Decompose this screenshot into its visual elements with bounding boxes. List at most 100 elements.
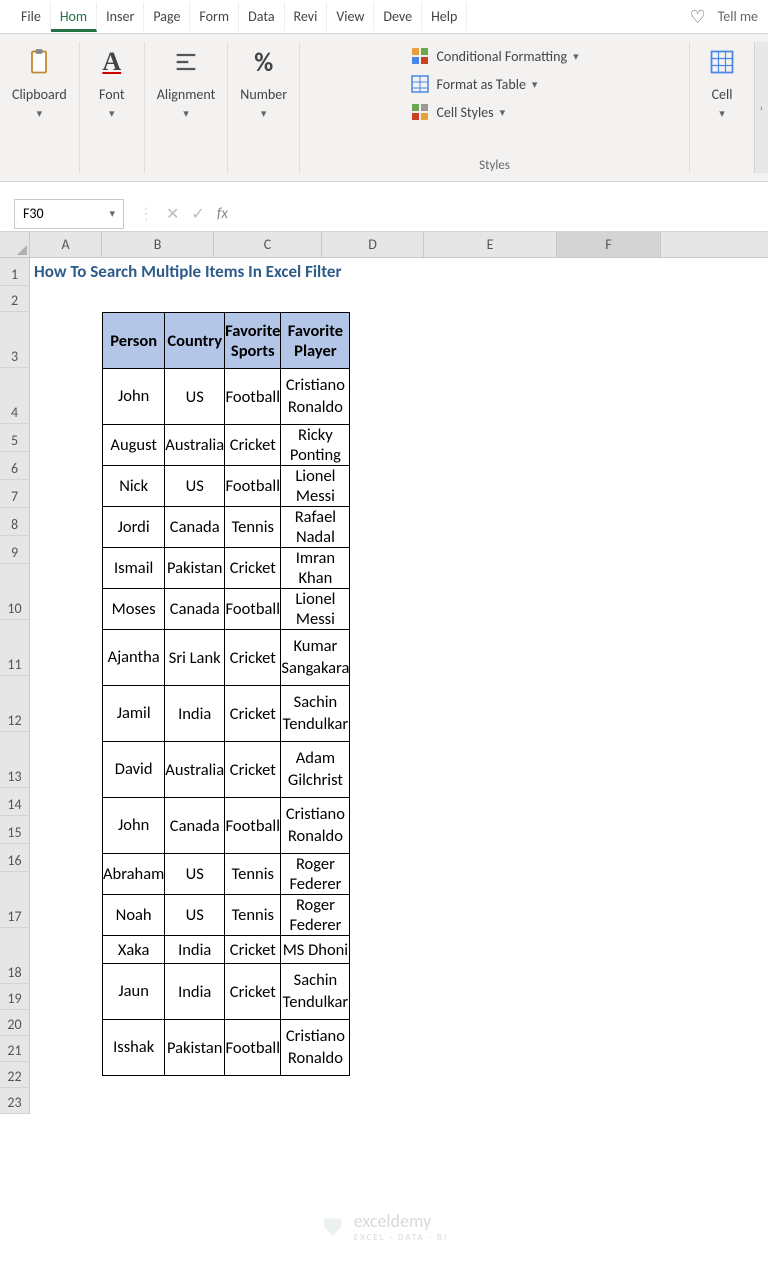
col-header-b[interactable]: B — [102, 232, 214, 257]
table-cell[interactable]: SachinTendulkar — [281, 686, 350, 742]
table-cell[interactable]: Imran Khan — [281, 548, 350, 589]
row-header[interactable]: 20 — [0, 1010, 30, 1036]
fx-icon[interactable]: fx — [217, 205, 228, 223]
table-header[interactable]: Person — [103, 313, 165, 369]
row-header[interactable]: 7 — [0, 480, 30, 508]
row-header[interactable]: 22 — [0, 1062, 30, 1088]
number-button[interactable]: % Number ▾ — [240, 42, 287, 120]
col-header-a[interactable]: A — [30, 232, 102, 257]
table-cell[interactable]: Tennis — [225, 895, 281, 936]
table-cell[interactable]: AdamGilchrist — [281, 742, 350, 798]
row-header[interactable]: 6 — [0, 452, 30, 480]
table-cell[interactable]: CristianoRonaldo — [281, 798, 350, 854]
table-cell[interactable]: John — [103, 798, 165, 854]
row-header[interactable]: 19 — [0, 984, 30, 1010]
table-cell[interactable]: SachinTendulkar — [281, 964, 350, 1020]
table-cell[interactable]: Cricket — [225, 425, 281, 466]
tab-formulas[interactable]: Form — [190, 2, 239, 31]
tab-help[interactable]: Help — [422, 2, 467, 31]
table-cell[interactable]: Canada — [165, 507, 225, 548]
table-cell[interactable]: Nick — [103, 466, 165, 507]
row-header[interactable]: 9 — [0, 536, 30, 564]
table-cell[interactable]: Cricket — [225, 686, 281, 742]
table-cell[interactable]: Rafael Nadal — [281, 507, 350, 548]
table-cell[interactable]: Roger Federer — [281, 854, 350, 895]
table-cell[interactable]: Noah — [103, 895, 165, 936]
table-cell[interactable]: CristianoRonaldo — [281, 1020, 350, 1076]
enter-icon[interactable]: ✓ — [191, 204, 204, 224]
table-cell[interactable]: Football — [225, 798, 281, 854]
row-header[interactable]: 10 — [0, 564, 30, 620]
table-cell[interactable]: Football — [225, 466, 281, 507]
row-header[interactable]: 4 — [0, 368, 30, 424]
table-cell[interactable]: US — [165, 854, 225, 895]
alignment-button[interactable]: Alignment ▾ — [157, 42, 216, 120]
table-cell[interactable]: Canada — [165, 589, 225, 630]
table-cell[interactable]: India — [165, 964, 225, 1020]
tab-review[interactable]: Revi — [285, 2, 328, 31]
table-cell[interactable]: Moses — [103, 589, 165, 630]
table-header[interactable]: FavoritePlayer — [281, 313, 350, 369]
tab-file[interactable]: File — [12, 2, 51, 31]
ribbon-scroll-right[interactable]: › — [754, 42, 768, 173]
table-cell[interactable]: India — [165, 686, 225, 742]
table-cell[interactable]: Jaun — [103, 964, 165, 1020]
row-header[interactable]: 14 — [0, 788, 30, 816]
table-cell[interactable]: US — [165, 895, 225, 936]
name-box[interactable]: F30 ▾ — [14, 199, 124, 229]
row-header[interactable]: 15 — [0, 816, 30, 844]
table-cell[interactable]: Lionel Messi — [281, 589, 350, 630]
col-header-f[interactable]: F — [557, 232, 661, 257]
table-cell[interactable]: Ricky Ponting — [281, 425, 350, 466]
table-cell[interactable]: Jordi — [103, 507, 165, 548]
table-cell[interactable]: Pakistan — [165, 548, 225, 589]
table-cell[interactable]: MS Dhoni — [281, 936, 350, 964]
tab-developer[interactable]: Deve — [374, 2, 422, 31]
conditional-formatting-button[interactable]: Conditional Formatting ▾ — [410, 46, 578, 66]
table-cell[interactable]: Football — [225, 1020, 281, 1076]
tab-page-layout[interactable]: Page — [144, 2, 190, 31]
table-cell[interactable]: Pakistan — [165, 1020, 225, 1076]
col-header-e[interactable]: E — [424, 232, 557, 257]
row-header[interactable]: 23 — [0, 1088, 30, 1114]
table-cell[interactable]: Abraham — [103, 854, 165, 895]
row-header[interactable]: 13 — [0, 732, 30, 788]
table-cell[interactable]: Ajantha — [103, 630, 165, 686]
paste-button[interactable]: Clipboard ▾ — [12, 42, 67, 120]
row-header[interactable]: 5 — [0, 424, 30, 452]
row-header[interactable]: 21 — [0, 1036, 30, 1062]
tab-insert[interactable]: Inser — [97, 2, 144, 31]
table-cell[interactable]: CristianoRonaldo — [281, 369, 350, 425]
row-header[interactable]: 11 — [0, 620, 30, 676]
table-cell[interactable]: Cricket — [225, 742, 281, 798]
table-cell[interactable]: Lionel Messi — [281, 466, 350, 507]
table-cell[interactable]: Cricket — [225, 548, 281, 589]
row-header[interactable]: 3 — [0, 312, 30, 368]
table-cell[interactable]: India — [165, 936, 225, 964]
table-cell[interactable]: Australia — [165, 742, 225, 798]
cancel-icon[interactable]: ✕ — [166, 204, 179, 224]
table-cell[interactable]: Tennis — [225, 854, 281, 895]
format-as-table-button[interactable]: Format as Table ▾ — [410, 74, 578, 94]
row-header[interactable]: 18 — [0, 928, 30, 984]
tell-me-button[interactable]: Tell me — [718, 8, 758, 25]
table-cell[interactable]: Jamil — [103, 686, 165, 742]
table-cell[interactable]: John — [103, 369, 165, 425]
table-cell[interactable]: US — [165, 369, 225, 425]
tab-home[interactable]: Hom — [51, 2, 97, 32]
table-cell[interactable]: August — [103, 425, 165, 466]
table-cell[interactable]: Ismail — [103, 548, 165, 589]
row-header[interactable]: 2 — [0, 286, 30, 312]
table-header[interactable]: Country — [165, 313, 225, 369]
row-header[interactable]: 1 — [0, 258, 30, 286]
row-header[interactable]: 17 — [0, 872, 30, 928]
table-cell[interactable]: US — [165, 466, 225, 507]
table-cell[interactable]: Isshak — [103, 1020, 165, 1076]
row-header[interactable]: 16 — [0, 844, 30, 872]
col-header-d[interactable]: D — [322, 232, 424, 257]
table-header[interactable]: FavoriteSports — [225, 313, 281, 369]
table-cell[interactable]: Tennis — [225, 507, 281, 548]
row-header[interactable]: 12 — [0, 676, 30, 732]
table-cell[interactable]: KumarSangakara — [281, 630, 350, 686]
table-cell[interactable]: Xaka — [103, 936, 165, 964]
